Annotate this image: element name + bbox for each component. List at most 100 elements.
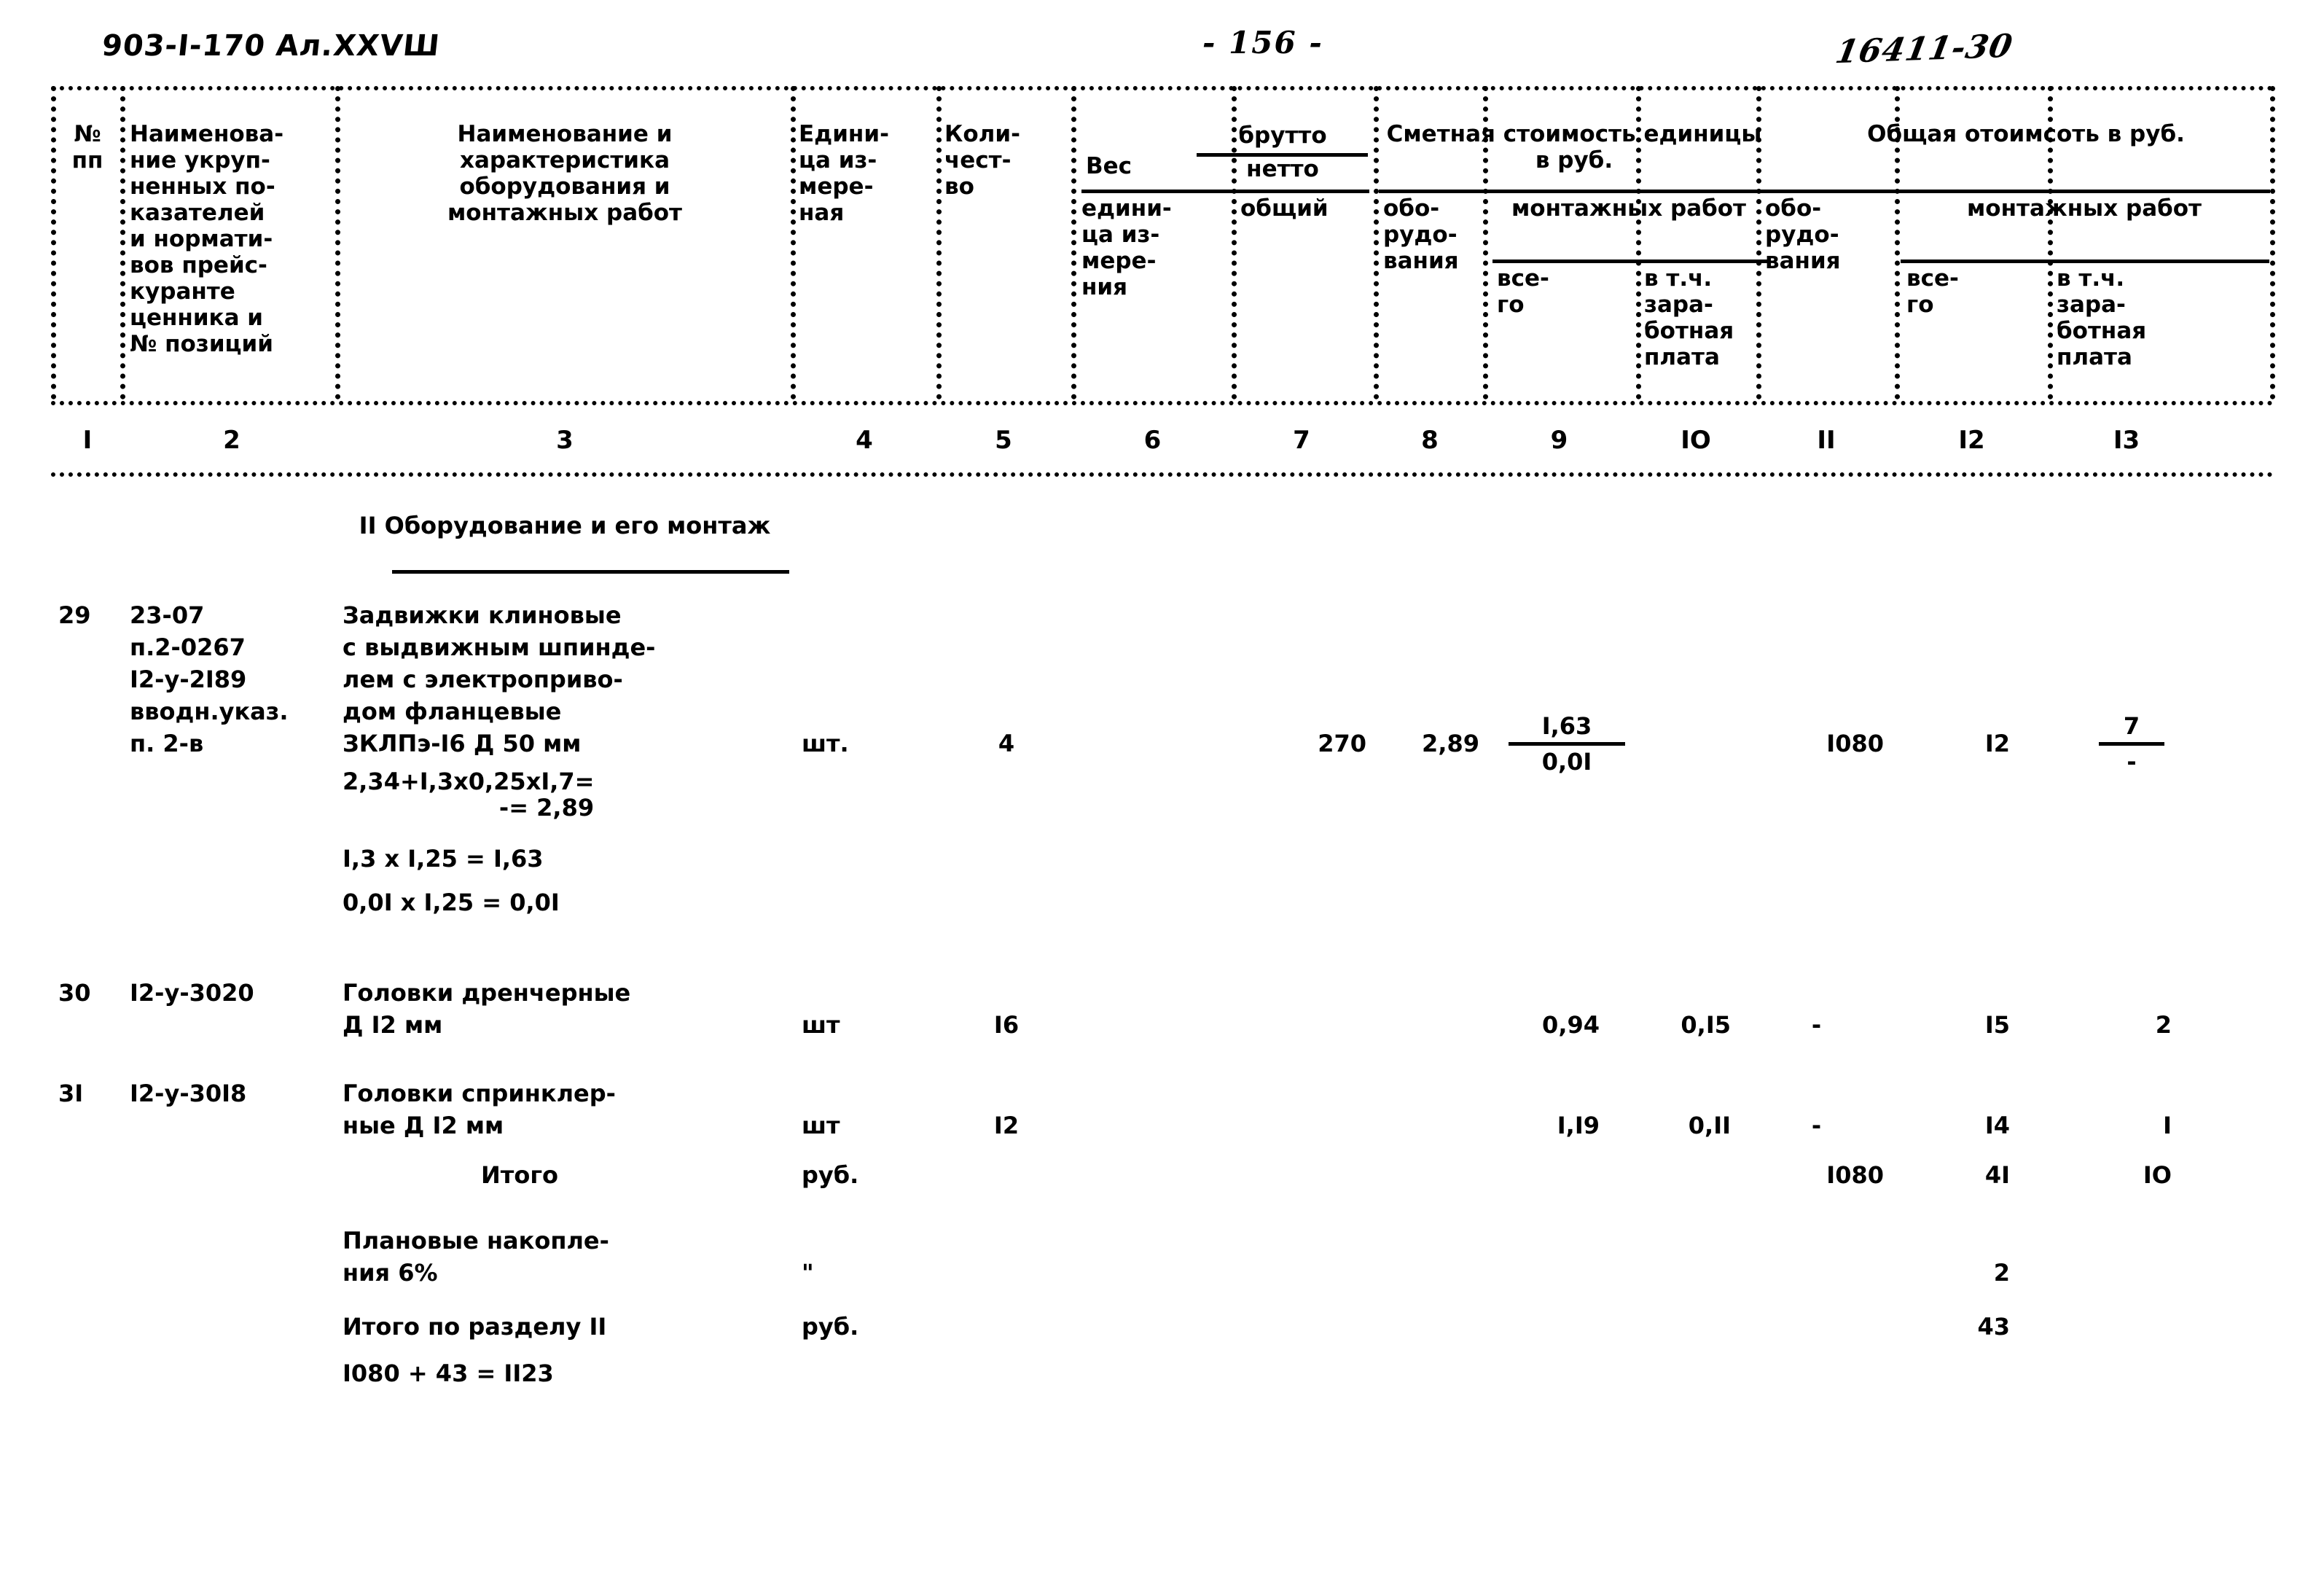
row-29-unit-equipment: 2,89 — [1422, 730, 1479, 757]
column-header-total-equipment: обо- рудо- вания — [1765, 195, 1841, 274]
column-number-13: I3 — [2113, 426, 2140, 455]
column-header-unit-assembly-all: все- го — [1497, 265, 1549, 318]
column-number-2: 2 — [223, 426, 240, 455]
group-header-assembly-works-total: монтажных работ — [1966, 195, 2202, 222]
row-29-description: Задвижки клиновые с выдвижным шпинде- ле… — [343, 601, 656, 757]
row-30-total-assembly-all: I5 — [1984, 1011, 2010, 1039]
group-header-weight-net: нетто — [1246, 156, 1319, 182]
table-numrow-bottom-border — [51, 472, 2274, 477]
column-header-unit: Едини- ца из- мере- ная — [799, 121, 889, 226]
row-31-description: Головки спринклер- ные Д I2 мм — [343, 1080, 616, 1139]
column-number-9: 9 — [1550, 426, 1568, 455]
row-31-no: 3I — [58, 1080, 84, 1107]
row-29-quantity: 4 — [998, 730, 1015, 757]
column-number-5: 5 — [995, 426, 1012, 455]
row-31-total-assembly-all: I4 — [1984, 1112, 2010, 1139]
final-calculation: I080 + 43 = II23 — [343, 1359, 554, 1387]
column-header-weight-total: общий — [1240, 195, 1329, 222]
row-29-calc-line-4: 0,0I х I,25 = 0,0I — [343, 889, 560, 916]
row-31-total-equipment: - — [1811, 1112, 1822, 1139]
column-header-unit-assembly-wage: в т.ч. зара- ботная плата — [1644, 265, 1734, 370]
section-title-underline — [392, 570, 789, 574]
row-30-total-equipment: - — [1811, 1011, 1822, 1039]
row-29-total-assembly-wage: 7 — [2123, 712, 2140, 740]
summary-planned-savings-total-assembly-all: 2 — [1993, 1259, 2010, 1287]
summary-itogo-unit: руб. — [802, 1161, 859, 1189]
row-29-fraction-bar — [1509, 742, 1625, 746]
summary-itogo-label: Итого — [481, 1161, 559, 1189]
row-30-unit-assembly-all: 0,94 — [1542, 1011, 1600, 1039]
row-29-total-equipment: I080 — [1826, 730, 1884, 757]
column-header-total-assembly-all: все- го — [1906, 265, 1959, 318]
column-number-6: 6 — [1143, 426, 1162, 455]
summary-section-total-unit: руб. — [802, 1313, 859, 1341]
row-31-unit-assembly-all: I,I9 — [1557, 1112, 1600, 1139]
column-header-quantity: Коли- чест- во — [944, 121, 1020, 200]
col-sep-3 — [791, 86, 796, 399]
scanned-document-page: 903-I-170 Ал.XXVШ - 156 - 16411-30 № пп … — [0, 0, 2324, 1584]
row-29-no: 29 — [58, 601, 91, 629]
unit-cost-group-underline — [1379, 190, 1772, 193]
row-30-description: Головки дренчерные Д I2 мм — [343, 979, 631, 1039]
row-31-total-assembly-wage: I — [2163, 1112, 2172, 1139]
row-29-total-assembly-wage-fraction: 7 - — [2099, 711, 2164, 776]
row-29-calc-line-3: I,3 х I,25 = I,63 — [343, 845, 544, 873]
assembly-works-total-underline — [1901, 260, 2269, 263]
row-30-unit: шт — [802, 1011, 840, 1039]
column-number-4: 4 — [856, 426, 873, 455]
row-31-quantity: I2 — [993, 1112, 1020, 1139]
col-sep-0 — [51, 86, 56, 399]
row-30-quantity: I6 — [993, 1011, 1020, 1039]
col-sep-2 — [335, 86, 340, 399]
row-29-calc-line-2: -= 2,89 — [498, 794, 595, 822]
row-31-code: I2-у-30I8 — [130, 1080, 247, 1107]
group-header-weight: Вес — [1086, 153, 1132, 179]
column-header-code: Наименова- ние укруп- ненных по- казател… — [130, 121, 284, 357]
column-number-12: I2 — [1958, 426, 1985, 455]
row-29-unit: шт. — [802, 730, 849, 757]
summary-section-total-assembly-all: 43 — [1977, 1313, 2010, 1341]
col-sep-7 — [1374, 86, 1379, 399]
column-header-description: Наименование и характеристика оборудован… — [447, 121, 683, 226]
row-29-unit-assembly-fraction: I,63 0,0I — [1509, 711, 1625, 776]
summary-section-total-label: Итого по разделу II — [343, 1313, 607, 1341]
section-title: II Оборудование и его монтаж — [359, 512, 771, 539]
total-cost-group-underline — [1760, 190, 2270, 193]
row-30-no: 30 — [58, 979, 91, 1007]
group-header-weight-gross: брутто — [1238, 122, 1327, 149]
summary-planned-savings-unit: " — [802, 1259, 814, 1287]
document-code: 903-I-170 Ал.XXVШ — [100, 29, 442, 63]
group-header-unit-cost: Сметная стоимость единицы в руб. — [1386, 121, 1762, 173]
column-number-11: II — [1817, 426, 1836, 455]
summary-itogo-total-equipment: I080 — [1826, 1161, 1884, 1189]
col-sep-1 — [120, 86, 125, 399]
column-number-1: I — [82, 426, 93, 455]
table-top-border — [51, 86, 2274, 90]
column-header-weight-unit: едини- ца из- мере- ния — [1081, 195, 1172, 300]
row-29-weight-total: 270 — [1318, 730, 1366, 757]
row-29-unit-assembly-all: I,63 — [1541, 712, 1592, 740]
row-30-code: I2-у-3020 — [130, 979, 254, 1007]
row-30-total-assembly-wage: 2 — [2155, 1011, 2172, 1039]
summary-itogo-total-assembly-all: 4I — [1984, 1161, 2010, 1189]
column-header-no: № пп — [71, 121, 103, 173]
row-29-total-assembly-wage-denominator: - — [2127, 748, 2137, 776]
column-number-7: 7 — [1293, 426, 1310, 455]
stamp-number: 16411-30 — [1832, 27, 2016, 71]
column-header-total-assembly-wage: в т.ч. зара- ботная плата — [2057, 265, 2147, 370]
table-header-block: № пп Наименова- ние укруп- ненных по- ка… — [51, 86, 2275, 545]
group-header-assembly-works-unit: монтажных работ — [1511, 195, 1747, 222]
page-number: - 156 - — [1202, 25, 1323, 61]
group-header-total-cost: Общая отоимсоть в руб. — [1867, 121, 2185, 147]
column-header-unit-equipment: обо- рудо- вания — [1383, 195, 1459, 274]
column-number-3: 3 — [556, 426, 574, 455]
assembly-works-unit-underline — [1492, 260, 1768, 263]
row-30-unit-assembly-wage: 0,I5 — [1681, 1011, 1731, 1039]
weight-group-underline — [1081, 190, 1369, 193]
row-29-total-fraction-bar — [2099, 742, 2164, 746]
summary-itogo-total-assembly-wage: IO — [2143, 1161, 2172, 1189]
summary-planned-savings-label: Плановые накопле- ния 6% — [343, 1227, 609, 1287]
row-29-unit-assembly-wage: 0,0I — [1541, 748, 1592, 776]
column-number-8: 8 — [1421, 426, 1439, 455]
row-31-unit: шт — [802, 1112, 840, 1139]
